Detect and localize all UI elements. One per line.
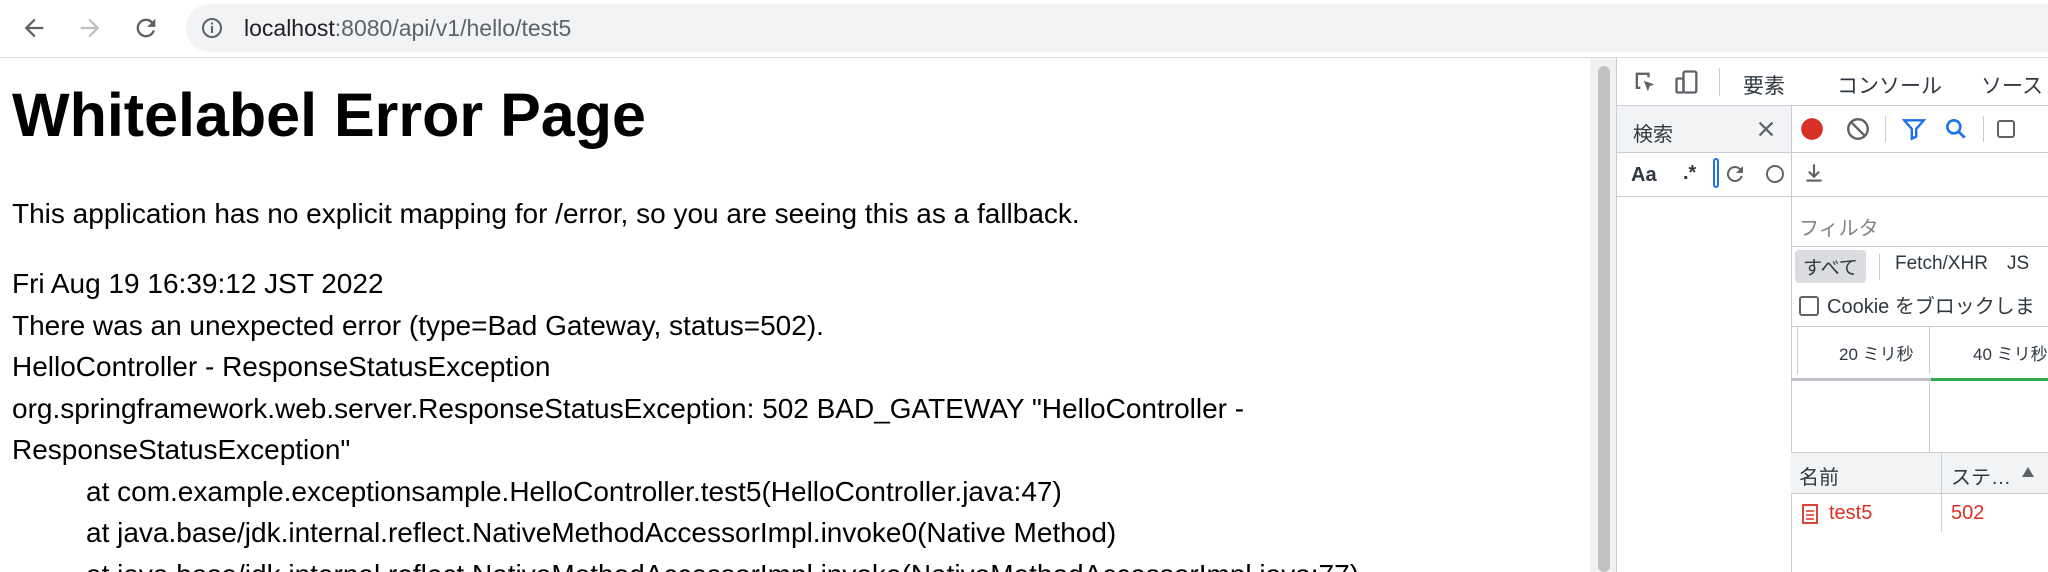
tab-elements[interactable]: 要素 <box>1743 70 1785 100</box>
error-details: Fri Aug 19 16:39:12 JST 2022 There was a… <box>12 263 1359 572</box>
filter-icon[interactable] <box>1901 116 1927 142</box>
stack-trace-line: at java.base/jdk.internal.reflect.Native… <box>12 554 1359 572</box>
network-table-header: 名前 ステ… <box>1791 452 2048 494</box>
regex-button[interactable]: .* <box>1683 162 1696 185</box>
reload-icon <box>136 18 156 38</box>
back-icon <box>24 18 44 38</box>
sort-ascending-icon[interactable] <box>2021 465 2035 479</box>
exception-line: org.springframework.web.server.ResponseS… <box>12 392 1245 424</box>
block-cookies-option[interactable]: Cookie をブロックしま <box>1799 290 2035 319</box>
timeline-gridline <box>1797 326 1798 374</box>
request-name: test5 <box>1829 502 1873 524</box>
stack-trace-line: at java.base/jdk.internal.reflect.Native… <box>86 517 1117 548</box>
network-toolbar <box>1791 106 2048 153</box>
search-toolbar: Aa .* <box>1617 152 1791 197</box>
block-cookies-checkbox[interactable] <box>1799 296 1819 316</box>
search-header: 検索 <box>1617 106 1791 153</box>
clear-search-icon[interactable] <box>1763 162 1787 186</box>
stack-trace-line: at com.example.exceptionsample.HelloCont… <box>86 475 1062 507</box>
close-icon[interactable] <box>1755 118 1777 140</box>
url-host: localhost <box>244 15 335 41</box>
toolbar-divider <box>1719 68 1720 96</box>
url-text: localhost:8080/api/v1/hello/test5 <box>244 15 571 42</box>
filter-chip-js[interactable]: JS <box>1999 250 2037 278</box>
error-reason: HelloController - ResponseStatusExceptio… <box>12 351 551 382</box>
info-icon[interactable] <box>200 16 224 40</box>
block-cookies-label: Cookie をブロックしま <box>1827 296 2035 318</box>
error-message: This application has no explicit mapping… <box>12 198 1080 229</box>
error-timestamp: Fri Aug 19 16:39:12 JST 2022 <box>12 268 384 299</box>
timeline-bar <box>1931 378 2048 381</box>
reload-button[interactable] <box>126 8 166 48</box>
devtools-panel: 要素 コンソール ソース 検索 Aa .* フィルタ すべて Fetch/XHR… <box>1616 58 2048 572</box>
toolbar-divider <box>1885 116 1886 142</box>
search-input[interactable] <box>1713 158 1719 188</box>
back-button[interactable] <box>14 8 54 48</box>
toolbar-divider <box>1983 116 1984 142</box>
request-status: 502 <box>1951 502 1985 524</box>
divider <box>1791 246 2048 247</box>
page-title: Whitelabel Error Page <box>12 81 646 149</box>
forward-button[interactable] <box>70 8 110 48</box>
document-icon <box>1802 504 1818 524</box>
record-icon[interactable] <box>1799 116 1825 142</box>
timeline-overview[interactable]: 20 ミリ秒 40 ミリ秒 <box>1791 326 2048 454</box>
match-case-button[interactable]: Aa <box>1631 164 1657 187</box>
forward-icon <box>80 18 100 38</box>
browser-toolbar: localhost:8080/api/v1/hello/test5 <box>0 0 2048 58</box>
filter-input[interactable]: フィルタ <box>1799 212 1879 241</box>
download-icon[interactable] <box>1801 160 1827 186</box>
refresh-icon[interactable] <box>1723 162 1747 186</box>
tab-console[interactable]: コンソール <box>1837 70 1942 100</box>
column-divider <box>1941 453 1942 493</box>
search-title: 検索 <box>1633 124 1673 146</box>
network-toolbar-row2 <box>1791 152 2048 197</box>
devtools-tabbar: 要素 コンソール ソース <box>1617 58 2048 106</box>
column-name[interactable]: 名前 <box>1799 461 1839 490</box>
filter-chip-all[interactable]: すべて <box>1795 250 1866 283</box>
filter-chip-fetch-xhr[interactable]: Fetch/XHR <box>1887 250 1996 278</box>
column-divider <box>1941 494 1942 532</box>
device-toolbar-icon[interactable] <box>1673 68 1701 96</box>
timeline-gridline <box>1929 326 1930 374</box>
timeline-label: 20 ミリ秒 <box>1839 345 1914 364</box>
preserve-log-checkbox[interactable] <box>1997 120 2015 138</box>
chip-divider <box>1879 254 1880 280</box>
timeline-label: 40 ミリ秒 <box>1973 345 2048 364</box>
inspect-element-icon[interactable] <box>1631 68 1659 96</box>
search-icon[interactable] <box>1943 116 1969 142</box>
clear-icon[interactable] <box>1845 116 1871 142</box>
network-request-row[interactable]: test5 502 <box>1791 494 2048 532</box>
network-pane: フィルタ すべて Fetch/XHR JS Cookie をブロックしま 20 … <box>1791 106 2048 572</box>
search-pane: 検索 Aa .* <box>1617 106 1792 572</box>
url-path: :8080/api/v1/hello/test5 <box>334 15 572 41</box>
error-summary: There was an unexpected error (type=Bad … <box>12 309 824 341</box>
tab-sources[interactable]: ソース <box>1981 70 2043 100</box>
scrollbar-thumb[interactable] <box>1598 66 1610 572</box>
timeline-gridline <box>1929 382 1930 452</box>
column-status[interactable]: ステ… <box>1951 461 2011 490</box>
page-content: Whitelabel Error Page This application h… <box>0 58 1590 572</box>
address-bar[interactable]: localhost:8080/api/v1/hello/test5 <box>186 4 2048 52</box>
exception-line: ResponseStatusException" <box>12 434 351 465</box>
